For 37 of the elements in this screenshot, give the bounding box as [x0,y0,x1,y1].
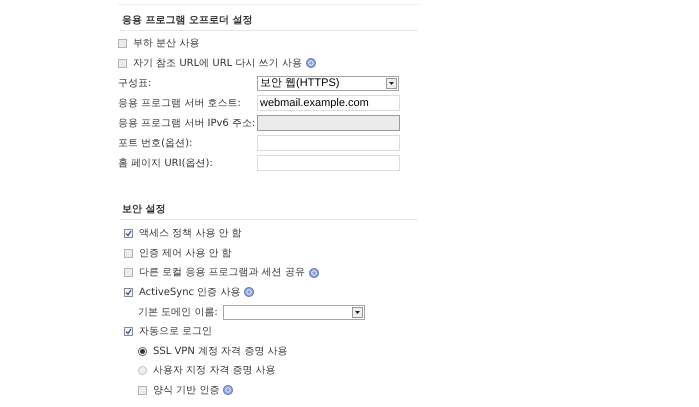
dropdown[interactable] [223,304,365,320]
help-icon[interactable] [306,58,316,68]
checkbox[interactable] [118,58,127,68]
input-field[interactable]: webmail.example.com [257,95,400,111]
field-label: 기본 도메인 이름: [138,306,219,320]
field-label: 구성표: [118,76,152,90]
checkbox[interactable] [124,327,133,336]
checkbox[interactable] [118,39,127,48]
help-icon[interactable] [223,385,234,396]
checkbox-label: 인증 제어 사용 안 함 [139,246,232,261]
help-icon[interactable] [244,287,254,298]
checkbox-label: 액세스 정책 사용 안 함 [139,227,242,242]
field-label: 포트 번호(옵션): [118,136,194,150]
checkbox-label: 다른 로컬 응용 프로그램과 세션 공유 [139,266,305,280]
checkbox-label: 부하 분산 사용 [133,37,200,52]
checkbox[interactable] [124,268,133,278]
caret-icon [386,78,397,88]
field-label: 응용 프로그램 서버 IPv6 주소: [118,116,256,130]
radio-button[interactable] [138,346,147,356]
radio-label: SSL VPN 계정 자격 증명 사용 [153,344,288,359]
radio-label: 사용자 지정 자격 증명 사용 [153,364,276,378]
radio-button[interactable] [138,366,147,376]
checkbox[interactable] [124,229,133,238]
checkbox-label: 양식 기반 인증 [153,384,220,398]
checkbox-label: 자동으로 로그인 [139,325,212,340]
field-label: 홈 페이지 URI(옵션): [118,156,214,170]
section-title: 응용 프로그램 오프로더 설정 [121,15,252,26]
help-icon[interactable] [308,268,319,278]
checkbox[interactable] [124,288,133,297]
checkbox[interactable] [124,248,133,258]
dropdown[interactable]: 보안 웹(HTTPS) [257,76,399,90]
checkbox-label: ActiveSync 인증 사용 [139,286,240,300]
checkbox[interactable] [138,386,147,395]
checkbox-label: 자기 참조 URL에 URL 다시 쓰기 사용 [133,56,302,71]
caret-icon [352,306,363,318]
section-title: 보안 설정 [121,204,166,215]
field-label: 응용 프로그램 서버 호스트: [118,96,242,110]
